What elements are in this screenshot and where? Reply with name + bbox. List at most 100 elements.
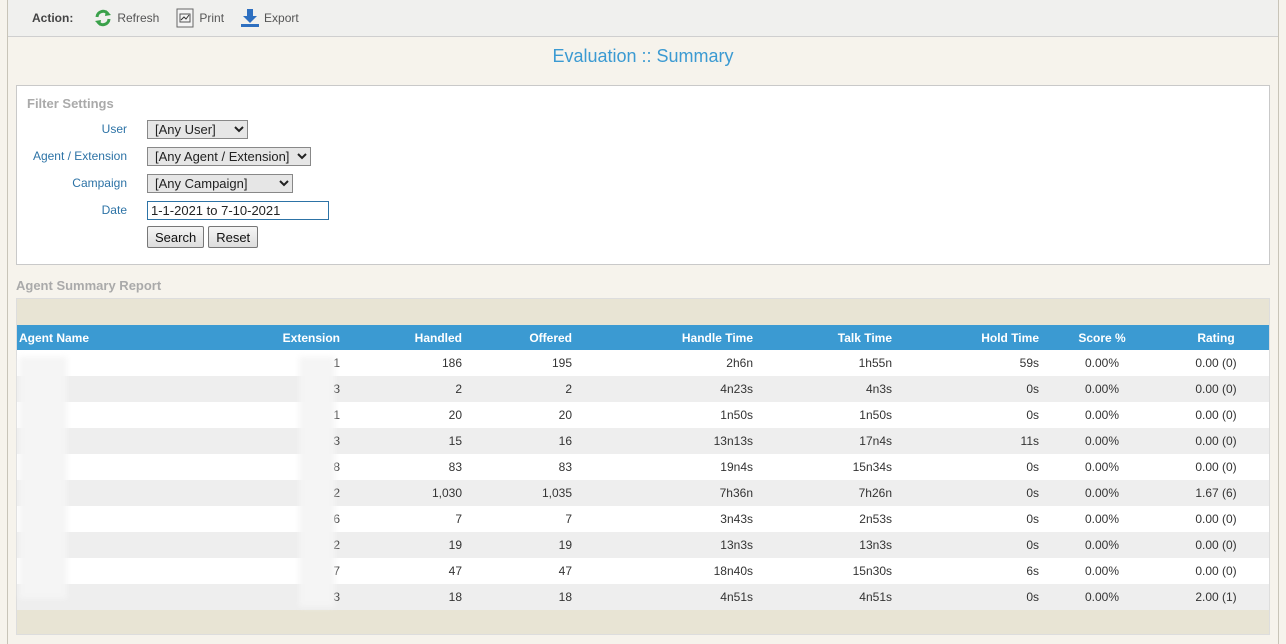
action-label: Action: bbox=[32, 11, 74, 25]
filter-settings-panel: Filter Settings User [Any User] Agent / … bbox=[16, 85, 1270, 265]
cell-handled: 186 bbox=[441, 356, 462, 370]
table-header: Agent Name Extension Handled Offered Han… bbox=[17, 325, 1269, 350]
cell-talk-time: 4n51s bbox=[859, 590, 892, 604]
cell-offered: 195 bbox=[551, 356, 572, 370]
user-select[interactable]: [Any User] bbox=[147, 119, 248, 139]
cell-rating: 1.67 (6) bbox=[1195, 486, 1237, 500]
cell-handle-time: 19n4s bbox=[720, 460, 753, 474]
table-row[interactable]: 8 83 83 19n4s 15n34s 0s 0.00% 0.00 (0) bbox=[17, 454, 1269, 480]
cell-rating: 0.00 (0) bbox=[1195, 460, 1237, 474]
cell-offered: 2 bbox=[565, 382, 572, 396]
col-handled[interactable]: Handled bbox=[415, 325, 462, 350]
col-rating[interactable]: Rating bbox=[1167, 325, 1265, 350]
cell-score: 0.00% bbox=[1084, 408, 1120, 422]
cell-offered: 83 bbox=[558, 460, 572, 474]
cell-hold-time: 6s bbox=[1026, 564, 1039, 578]
cell-rating: 2.00 (1) bbox=[1195, 590, 1237, 604]
cell-offered: 7 bbox=[565, 512, 572, 526]
cell-talk-time: 1h55n bbox=[858, 356, 892, 370]
cell-hold-time: 0s bbox=[1026, 512, 1039, 526]
filter-buttons-row: Search Reset bbox=[17, 226, 262, 248]
cell-talk-time: 17n4s bbox=[859, 434, 892, 448]
cell-offered: 19 bbox=[558, 538, 572, 552]
user-label: User bbox=[101, 122, 127, 136]
export-icon bbox=[240, 8, 260, 28]
cell-handled: 83 bbox=[448, 460, 462, 474]
cell-hold-time: 0s bbox=[1026, 486, 1039, 500]
campaign-label: Campaign bbox=[72, 176, 127, 190]
col-hold-time[interactable]: Hold Time bbox=[981, 325, 1039, 350]
cell-handled: 19 bbox=[448, 538, 462, 552]
date-filter-row: Date bbox=[17, 199, 329, 221]
table-row[interactable]: 2 19 19 13n3s 13n3s 0s 0.00% 0.00 (0) bbox=[17, 532, 1269, 558]
col-extension[interactable]: Extension bbox=[283, 325, 340, 350]
page-title: Evaluation :: Summary bbox=[552, 46, 734, 66]
print-icon bbox=[175, 8, 195, 28]
agent-summary-table: Agent Name Extension Handled Offered Han… bbox=[16, 298, 1270, 635]
col-talk-time[interactable]: Talk Time bbox=[838, 325, 892, 350]
cell-handled: 47 bbox=[448, 564, 462, 578]
cell-score: 0.00% bbox=[1084, 590, 1120, 604]
col-handle-time[interactable]: Handle Time bbox=[682, 325, 753, 350]
cell-rating: 0.00 (0) bbox=[1195, 512, 1237, 526]
print-button[interactable]: Print bbox=[175, 8, 224, 28]
reset-button[interactable]: Reset bbox=[208, 226, 259, 248]
table-row[interactable]: 3 18 18 4n51s 4n51s 0s 0.00% 2.00 (1) bbox=[17, 584, 1269, 610]
cell-handled: 15 bbox=[448, 434, 462, 448]
refresh-icon bbox=[93, 8, 113, 28]
col-agent-name[interactable]: Agent Name bbox=[19, 325, 89, 350]
cell-handle-time: 4n51s bbox=[720, 590, 753, 604]
action-toolbar: Action: Refresh Print Export bbox=[8, 0, 1278, 37]
date-label: Date bbox=[101, 203, 127, 217]
cell-talk-time: 4n3s bbox=[865, 382, 892, 396]
table-row[interactable]: 1 186 195 2h6n 1h55n 59s 0.00% 0.00 (0) bbox=[17, 350, 1269, 376]
col-offered[interactable]: Offered bbox=[529, 325, 572, 350]
campaign-select[interactable]: [Any Campaign] bbox=[147, 173, 293, 193]
user-filter-row: User [Any User] bbox=[17, 118, 248, 140]
table-row[interactable]: 6 7 7 3n43s 2n53s 0s 0.00% 0.00 (0) bbox=[17, 506, 1269, 532]
cell-hold-time: 11s bbox=[1020, 434, 1039, 448]
cell-talk-time: 15n34s bbox=[852, 460, 892, 474]
refresh-button[interactable]: Refresh bbox=[93, 8, 159, 28]
table-row[interactable]: 1 20 20 1n50s 1n50s 0s 0.00% 0.00 (0) bbox=[17, 402, 1269, 428]
cell-score: 0.00% bbox=[1084, 382, 1120, 396]
cell-offered: 1,035 bbox=[541, 486, 572, 500]
table-row[interactable]: 3 2 2 4n23s 4n3s 0s 0.00% 0.00 (0) bbox=[17, 376, 1269, 402]
cell-rating: 0.00 (0) bbox=[1195, 538, 1237, 552]
cell-handled: 7 bbox=[455, 512, 462, 526]
cell-handle-time: 18n40s bbox=[713, 564, 753, 578]
cell-handled: 20 bbox=[448, 408, 462, 422]
filter-settings-legend: Filter Settings bbox=[27, 96, 114, 111]
date-range-input[interactable] bbox=[147, 200, 329, 220]
cell-handle-time: 1n50s bbox=[720, 408, 753, 422]
cell-score: 0.00% bbox=[1084, 486, 1120, 500]
cell-handle-time: 3n43s bbox=[720, 512, 753, 526]
cell-rating: 0.00 (0) bbox=[1195, 408, 1237, 422]
cell-handle-time: 2h6n bbox=[726, 356, 753, 370]
cell-score: 0.00% bbox=[1084, 564, 1120, 578]
cell-score: 0.00% bbox=[1084, 538, 1120, 552]
cell-handled: 1,030 bbox=[431, 486, 462, 500]
agent-extension-select[interactable]: [Any Agent / Extension] bbox=[147, 146, 311, 166]
redacted-agent-names bbox=[19, 357, 67, 599]
agent-extension-label: Agent / Extension bbox=[32, 149, 127, 163]
search-button[interactable]: Search bbox=[147, 226, 205, 248]
table-row[interactable]: 3 15 16 13n13s 17n4s 11s 0.00% 0.00 (0) bbox=[17, 428, 1269, 454]
col-score[interactable]: Score % bbox=[1052, 325, 1152, 350]
cell-score: 0.00% bbox=[1084, 512, 1120, 526]
cell-rating: 0.00 (0) bbox=[1195, 434, 1237, 448]
cell-rating: 0.00 (0) bbox=[1195, 356, 1237, 370]
cell-score: 0.00% bbox=[1084, 434, 1120, 448]
cell-score: 0.00% bbox=[1084, 356, 1120, 370]
cell-hold-time: 0s bbox=[1026, 590, 1039, 604]
table-row[interactable]: 7 47 47 18n40s 15n30s 6s 0.00% 0.00 (0) bbox=[17, 558, 1269, 584]
export-button[interactable]: Export bbox=[240, 8, 299, 28]
cell-hold-time: 0s bbox=[1026, 408, 1039, 422]
cell-handle-time: 13n13s bbox=[713, 434, 753, 448]
cell-hold-time: 0s bbox=[1026, 382, 1039, 396]
cell-offered: 20 bbox=[558, 408, 572, 422]
cell-talk-time: 7h26n bbox=[858, 486, 892, 500]
table-row[interactable]: 2 1,030 1,035 7h36n 7h26n 0s 0.00% 1.67 … bbox=[17, 480, 1269, 506]
cell-handle-time: 13n3s bbox=[720, 538, 753, 552]
cell-rating: 0.00 (0) bbox=[1195, 564, 1237, 578]
